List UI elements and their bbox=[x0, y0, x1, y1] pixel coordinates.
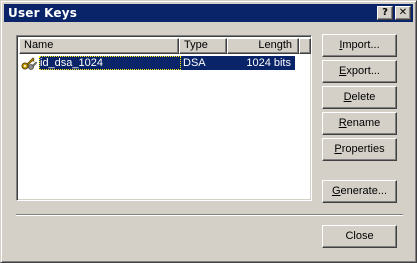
key-name-cell: id_dsa_1024 bbox=[39, 56, 181, 70]
import-button[interactable]: Import... bbox=[322, 34, 397, 57]
keys-list[interactable]: Name Type Length id_dsa_1024 DSA 1024 bi… bbox=[16, 35, 312, 201]
key-pair-icon bbox=[21, 55, 38, 71]
properties-button[interactable]: Properties bbox=[322, 138, 397, 161]
help-button[interactable]: ? bbox=[377, 6, 393, 20]
list-item[interactable]: id_dsa_1024 DSA 1024 bits bbox=[19, 55, 295, 71]
rename-button[interactable]: Rename bbox=[322, 112, 397, 135]
delete-button[interactable]: Delete bbox=[322, 86, 397, 109]
column-header-type[interactable]: Type bbox=[179, 38, 227, 54]
title-bar[interactable]: User Keys ? ✕ bbox=[4, 4, 413, 22]
user-keys-dialog: User Keys ? ✕ Name Type Length id_dsa_10… bbox=[0, 0, 417, 263]
column-header-length[interactable]: Length bbox=[227, 38, 299, 54]
column-header-filler bbox=[299, 38, 311, 54]
close-window-button[interactable]: ✕ bbox=[395, 6, 411, 20]
separator bbox=[16, 214, 403, 216]
key-type-cell: DSA bbox=[183, 57, 206, 69]
key-length-cell: 1024 bits bbox=[246, 57, 291, 69]
generate-button[interactable]: Generate... bbox=[322, 180, 397, 203]
window-title: User Keys bbox=[8, 6, 78, 20]
close-button[interactable]: Close bbox=[322, 225, 397, 248]
list-header: Name Type Length bbox=[19, 38, 311, 54]
export-button[interactable]: Export... bbox=[322, 60, 397, 83]
column-header-name[interactable]: Name bbox=[19, 38, 179, 54]
